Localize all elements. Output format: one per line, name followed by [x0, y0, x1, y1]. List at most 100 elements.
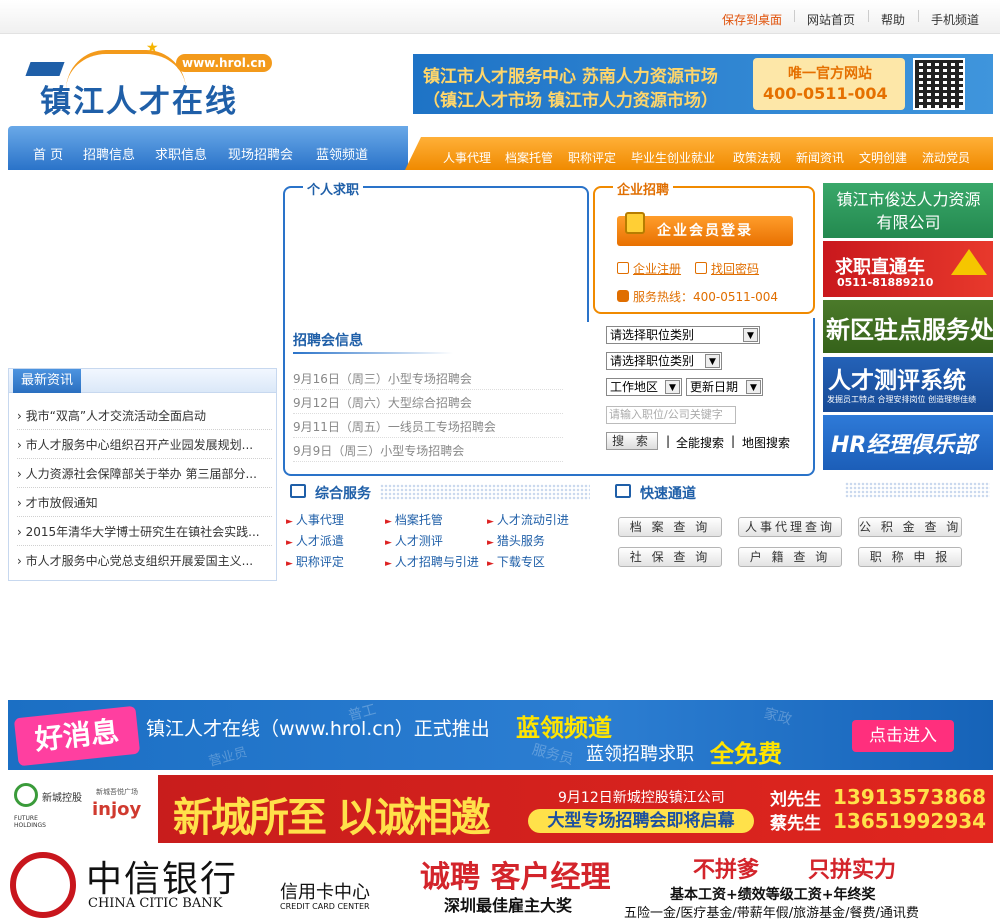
save-to-desktop-link[interactable]: 保存到桌面 [722, 11, 782, 28]
nav-job-fairs[interactable]: 现场招聘会 [228, 144, 293, 163]
service-link[interactable]: ► 人才派遣 [286, 532, 344, 549]
site-home-link[interactable]: 网站首页 [807, 11, 855, 28]
company-title: 企业招聘 [613, 179, 674, 198]
arrow-up-icon [951, 249, 987, 275]
xincheng-logo-area: 新城控股 FUTURE HOLDINGS 新城吾悦广场 injoy [8, 775, 158, 843]
citic-bank-banner[interactable]: 中信银行 CHINA CITIC BANK 信用卡中心 CREDIT CARD … [8, 848, 993, 921]
subnav-policy[interactable]: 政策法规 [733, 149, 781, 166]
keyword-input[interactable]: 请输入职位/公司关键字 [606, 406, 736, 424]
nav-jobs[interactable]: 招聘信息 [83, 144, 135, 163]
subnav-archive[interactable]: 档案托管 [505, 149, 553, 166]
list-item[interactable]: › 市人才服务中心组织召开产业园发展规划... [17, 430, 272, 459]
service-link[interactable]: ► 人才招聘与引进 [385, 553, 479, 570]
subnav-personnel-agency[interactable]: 人事代理 [443, 149, 491, 166]
list-item[interactable]: 9月12日（周六）大型综合招聘会 [293, 390, 563, 414]
banner2-event: 大型专场招聘会即将启幕 [528, 809, 754, 833]
news-link[interactable]: 人力资源社会保障部关于举办 第三届部分... [26, 467, 257, 481]
injoy-logo: injoy [92, 799, 142, 820]
nav-home[interactable]: 首 页 [33, 144, 63, 163]
service-link[interactable]: ► 人事代理 [286, 511, 344, 528]
mobile-channel-link[interactable]: 手机频道 [931, 11, 979, 28]
service-label: 人事代理 [295, 513, 344, 527]
service-link[interactable]: ► 猎头服务 [487, 532, 545, 549]
fund-query-button[interactable]: 公 积 金 查 询 [858, 517, 962, 537]
service-link[interactable]: ► 人才流动引进 [487, 511, 569, 528]
service-link[interactable]: ► 下载专区 [487, 553, 545, 570]
list-item[interactable]: › 人力资源社会保障部关于举办 第三届部分... [17, 459, 272, 488]
service-label: 人才测评 [394, 534, 443, 548]
ad-junda[interactable]: 镇江市俊达人力资源有限公司 [823, 183, 993, 238]
bg-word: 家政 [762, 705, 794, 729]
help-link[interactable]: 帮助 [881, 11, 905, 28]
subnav-party[interactable]: 流动党员 [922, 149, 970, 166]
chevron-down-icon: ▼ [665, 380, 680, 394]
ad-job-express[interactable]: 求职直通车 0511-81889210 [823, 241, 993, 297]
job-category-select-2[interactable]: 请选择职位类别 ▼ [606, 352, 722, 370]
service-link[interactable]: ► 人才测评 [385, 532, 443, 549]
list-item[interactable]: 9月9日（周三）小型专场招聘会 [293, 438, 563, 462]
news-link[interactable]: 才市放假通知 [26, 496, 98, 510]
logo-url: www.hrol.cn [176, 54, 273, 72]
header-banner[interactable]: 镇江市人才服务中心 苏南人力资源市场 （镇江人才市场 镇江市人力资源市场） 唯一… [413, 54, 993, 114]
map-search-link[interactable]: 地图搜索 [742, 434, 790, 451]
subnav-civilization[interactable]: 文明创建 [859, 149, 907, 166]
news-list: › 我市“双高”人才交流活动全面启动 › 市人才服务中心组织召开产业园发展规划.… [17, 401, 272, 575]
fulltext-search-link[interactable]: 全能搜索 [676, 434, 724, 451]
ad-new-district[interactable]: 新区驻点服务处 [823, 300, 993, 353]
update-date-select[interactable]: 更新日期 ▼ [686, 378, 763, 396]
blue-collar-banner[interactable]: 好消息 镇江人才在线（www.hrol.cn）正式推出 蓝领频道 蓝领招聘求职 … [8, 700, 993, 770]
service-label: 人才流动引进 [496, 513, 569, 527]
dotted-decoration [845, 482, 990, 498]
forgot-password-link[interactable]: 找回密码 [695, 260, 759, 277]
citic-logo-icon [10, 852, 76, 918]
search-button[interactable]: 搜 索 [606, 432, 658, 450]
forgot-label: 找回密码 [711, 262, 760, 276]
hotline-label: 服务热线：400-0511-004 [633, 290, 779, 304]
list-item[interactable]: › 2015年清华大学博士研究生在镇社会实践... [17, 517, 272, 546]
area-select[interactable]: 工作地区 ▼ [606, 378, 682, 396]
nav-resumes[interactable]: 求职信息 [155, 144, 207, 163]
list-item[interactable]: › 才市放假通知 [17, 488, 272, 517]
title-apply-button[interactable]: 职 称 申 报 [858, 547, 962, 567]
list-item[interactable]: 9月11日（周五）一线员工专场招聘会 [293, 414, 563, 438]
banner2-date: 9月12日新城控股镇江公司 [558, 790, 725, 806]
arrow-icon: ► [286, 517, 293, 527]
household-query-button[interactable]: 户 籍 查 询 [738, 547, 842, 567]
xincheng-banner[interactable]: 新城控股 FUTURE HOLDINGS 新城吾悦广场 injoy 新城所至 以… [8, 775, 993, 843]
news-link[interactable]: 市人才服务中心党总支组织开展爱国主义... [26, 554, 253, 568]
ad-hr-club[interactable]: HR经理俱乐部 [823, 415, 993, 470]
click-enter-button[interactable]: 点击进入 [852, 720, 954, 752]
subnav-graduate[interactable]: 毕业生创业就业 [631, 149, 715, 166]
subnav-news[interactable]: 新闻资讯 [796, 149, 844, 166]
company-register-link[interactable]: 企业注册 [617, 260, 681, 277]
ad-express-phone: 0511-81889210 [837, 276, 934, 289]
news-link[interactable]: 我市“双高”人才交流活动全面启动 [26, 409, 206, 423]
bg-word: 服务员 [530, 741, 576, 769]
list-item[interactable]: › 市人才服务中心党总支组织开展爱国主义... [17, 546, 272, 575]
company-recruit-panel: 企业招聘 企业会员登录 企业注册 找回密码 服务热线：400-0511-004 [593, 179, 815, 314]
list-item[interactable]: 9月16日（周三）小型专场招聘会 [293, 366, 563, 390]
service-link[interactable]: ► 职称评定 [286, 553, 344, 570]
site-logo[interactable]: ★ www.hrol.cn 镇江人才在线 [25, 40, 278, 120]
list-item[interactable]: › 我市“双高”人才交流活动全面启动 [17, 401, 272, 430]
banner1-channel: 蓝领频道 [516, 714, 612, 742]
news-link[interactable]: 市人才服务中心组织召开产业园发展规划... [26, 438, 253, 452]
personal-title: 个人求职 [303, 179, 364, 198]
service-label: 职称评定 [295, 555, 344, 569]
arrow-icon: ► [286, 538, 293, 548]
news-tab[interactable]: 最新资讯 [13, 369, 82, 393]
contact2-phone: 13651992934 [833, 809, 987, 833]
social-security-query-button[interactable]: 社 保 查 询 [618, 547, 722, 567]
job-category-select-1[interactable]: 请选择职位类别 ▼ [606, 326, 760, 344]
ad-talent-assessment[interactable]: 人才测评系统 发掘员工特点 合理安排岗位 创造理想佳绩 [823, 357, 993, 412]
hire-text: 诚聘 客户经理 [420, 860, 611, 895]
news-link[interactable]: 2015年清华大学博士研究生在镇社会实践... [26, 525, 260, 539]
arrow-icon: ► [286, 559, 293, 569]
forgot-icon [695, 262, 707, 274]
archive-query-button[interactable]: 档 案 查 询 [618, 517, 722, 537]
subnav-title-evaluation[interactable]: 职称评定 [568, 149, 616, 166]
bg-word: 营业员 [207, 745, 249, 770]
agency-query-button[interactable]: 人事代理查询 [738, 517, 842, 537]
service-link[interactable]: ► 档案托管 [385, 511, 443, 528]
nav-blue-collar[interactable]: 蓝领频道 [316, 144, 368, 163]
